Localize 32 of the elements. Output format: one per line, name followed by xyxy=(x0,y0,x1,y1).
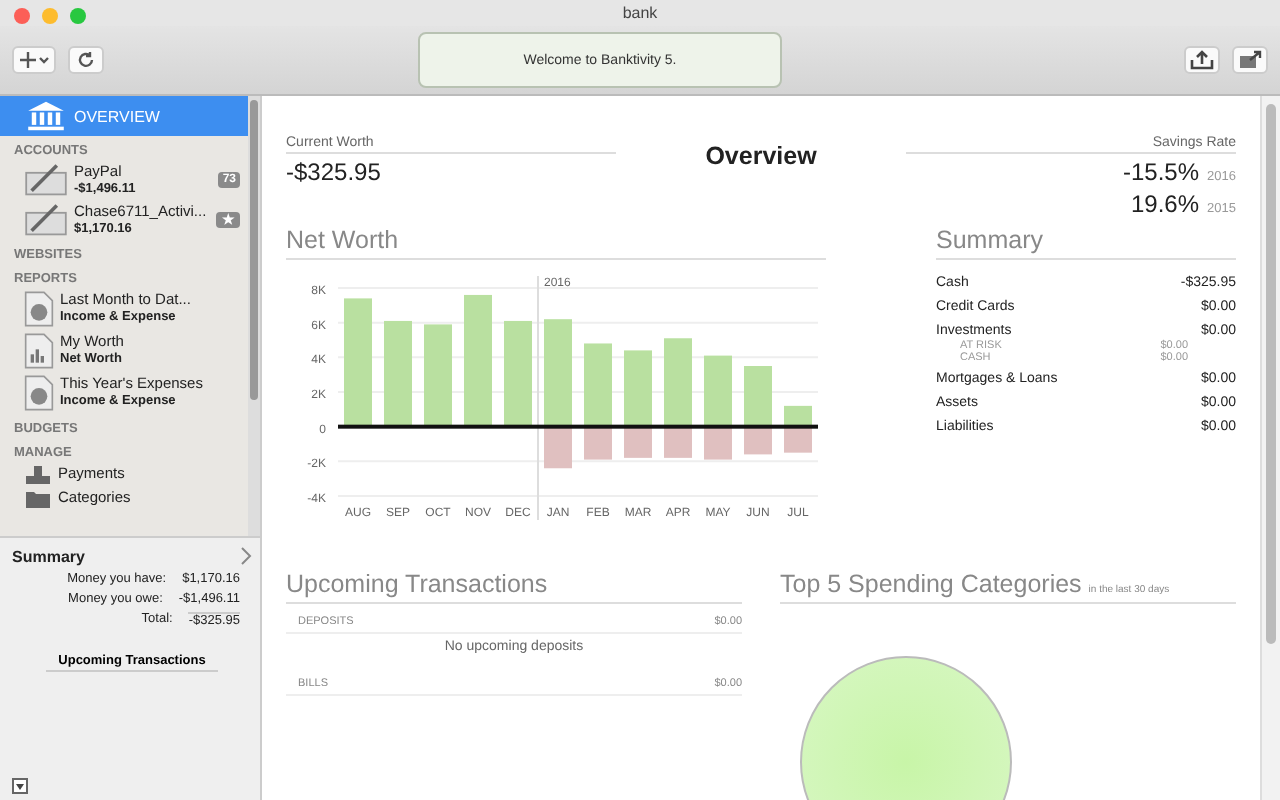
content-scrollbar[interactable] xyxy=(1266,104,1276,644)
top-spending-title: Top 5 Spending Categories xyxy=(780,570,1082,598)
upload-tray-icon xyxy=(1190,50,1214,70)
plus-icon xyxy=(18,50,50,70)
savings-rate-value: -15.5% xyxy=(1123,158,1200,186)
share-icon xyxy=(1238,50,1262,70)
export-button[interactable] xyxy=(1184,46,1220,74)
current-worth-value: -$325.95 xyxy=(286,158,383,186)
refresh-button[interactable] xyxy=(68,46,104,74)
add-menu-button[interactable] xyxy=(12,46,56,74)
chevron-right-icon[interactable] xyxy=(240,546,252,566)
window-title: bank xyxy=(620,4,660,22)
summary-heading: Summary xyxy=(936,226,1236,260)
stamp-icon xyxy=(24,464,52,486)
sidebar-scrollbar[interactable] xyxy=(250,100,258,400)
bar-chart-report-icon xyxy=(24,332,54,370)
pie-chart-report-icon xyxy=(24,374,54,412)
upcoming-title: Upcoming Transactions xyxy=(286,570,742,604)
net-worth-title: Net Worth xyxy=(286,226,826,260)
check-icon xyxy=(24,162,68,198)
page-title: Overview xyxy=(705,142,817,170)
drawer-icon[interactable] xyxy=(12,778,28,794)
summary-title: Summary xyxy=(12,547,85,565)
folder-icon xyxy=(24,488,52,510)
close-button[interactable] xyxy=(14,7,30,23)
savings-rate-value: 19.6% xyxy=(1131,190,1200,218)
pie-chart-report-icon xyxy=(24,290,54,328)
check-icon xyxy=(24,202,68,238)
bank-icon xyxy=(26,100,66,132)
refresh-icon xyxy=(76,50,96,70)
share-button[interactable] xyxy=(1232,46,1268,74)
zoom-button[interactable] xyxy=(70,7,86,23)
